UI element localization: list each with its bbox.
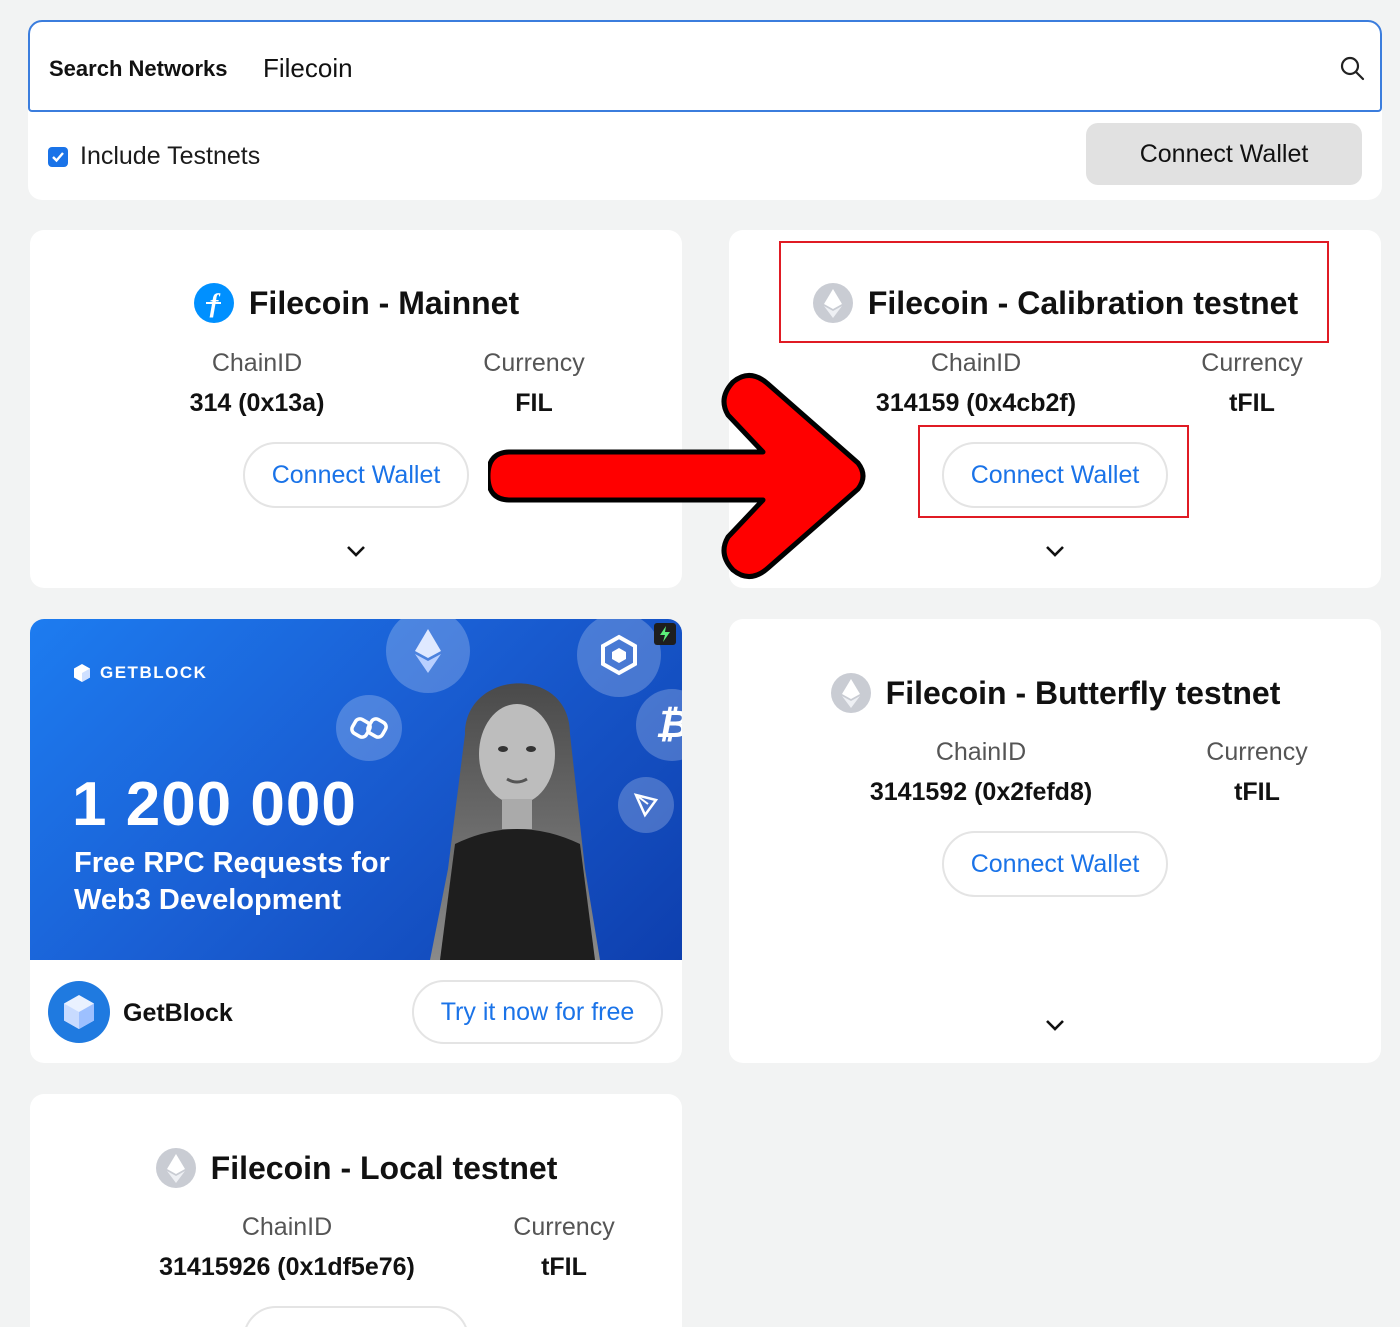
include-testnets-checkbox[interactable] [48,146,68,167]
currency-value: tFIL [541,1253,587,1281]
ad-marker-icon[interactable] [654,623,676,645]
currency-value: tFIL [1229,389,1275,417]
chevron-down-icon[interactable] [1043,544,1067,558]
title-highlight-box [779,241,1329,343]
ad-brand: GETBLOCK [72,663,207,683]
network-name: Filecoin - Mainnet [248,284,520,321]
chain-id-value: 3141592 (0x2fefd8) [869,778,1093,806]
chain-id-value: 314159 (0x4cb2f) [875,389,1077,417]
chain-id-label: ChainID [211,349,303,377]
search-input[interactable] [263,48,1313,88]
advertiser-name: GetBlock [123,999,233,1027]
network-card-butterfly: Filecoin - Butterfly testnet ChainID 314… [729,619,1381,1063]
chevron-down-icon[interactable] [344,544,368,558]
bitcoin-bubble-icon: ₿ [636,689,682,761]
ad-banner[interactable]: GETBLOCK 1 200 000 Free RPC Requests for… [30,619,682,960]
ethereum-icon [830,673,871,713]
ethereum-icon [155,1148,196,1188]
network-name: Filecoin - Local testnet [210,1149,558,1186]
network-title: Filecoin - Local testnet [30,1147,682,1189]
red-arrow-icon [488,373,866,579]
ad-subline: Free RPC Requests for Web3 Development [74,847,390,916]
currency-label: Currency [513,1213,615,1241]
currency-value: tFIL [1234,778,1280,806]
ad-headline: 1 200 000 [72,770,357,839]
ad-brand-text: GETBLOCK [100,663,208,682]
search-label: Search Networks [49,56,228,81]
connect-highlight-box [918,425,1189,518]
currency-label: Currency [1206,738,1308,766]
include-testnets-row[interactable]: Include Testnets [48,142,260,171]
polygon-bubble-icon [336,695,402,761]
search-icon[interactable] [1339,55,1365,81]
ad-card: GETBLOCK 1 200 000 Free RPC Requests for… [30,619,682,1063]
chain-id-value: 31415926 (0x1df5e76) [159,1253,415,1281]
spokesperson-image [430,683,600,960]
network-title: Filecoin - Butterfly testnet [729,672,1381,714]
network-title: f Filecoin - Mainnet [30,282,682,324]
network-card-local: Filecoin - Local testnet ChainID 3141592… [30,1094,682,1327]
chain-id-value: 314 (0x13a) [189,389,325,417]
connect-wallet-button[interactable]: Connect Wallet [942,831,1168,897]
currency-label: Currency [1201,349,1303,377]
chevron-down-icon[interactable] [1043,1018,1067,1032]
search-panel: Search Networks Include Testnets Connect… [28,20,1382,200]
connect-wallet-button[interactable]: Connect Wallet [243,1306,469,1327]
getblock-mark-icon [74,664,90,682]
include-testnets-label: Include Testnets [80,142,261,170]
chain-id-label: ChainID [930,349,1022,377]
filecoin-icon: f [193,283,234,323]
chain-id-label: ChainID [241,1213,333,1241]
try-free-button[interactable]: Try it now for free [412,980,663,1044]
chain-id-label: ChainID [935,738,1027,766]
getblock-logo-icon [48,981,110,1043]
check-icon [52,151,64,162]
search-box[interactable]: Search Networks [28,20,1382,112]
connect-wallet-button[interactable]: Connect Wallet [243,442,469,508]
header-connect-wallet-button[interactable]: Connect Wallet [1086,123,1362,185]
network-name: Filecoin - Butterfly testnet [885,674,1281,711]
tron-bubble-icon [618,777,674,833]
